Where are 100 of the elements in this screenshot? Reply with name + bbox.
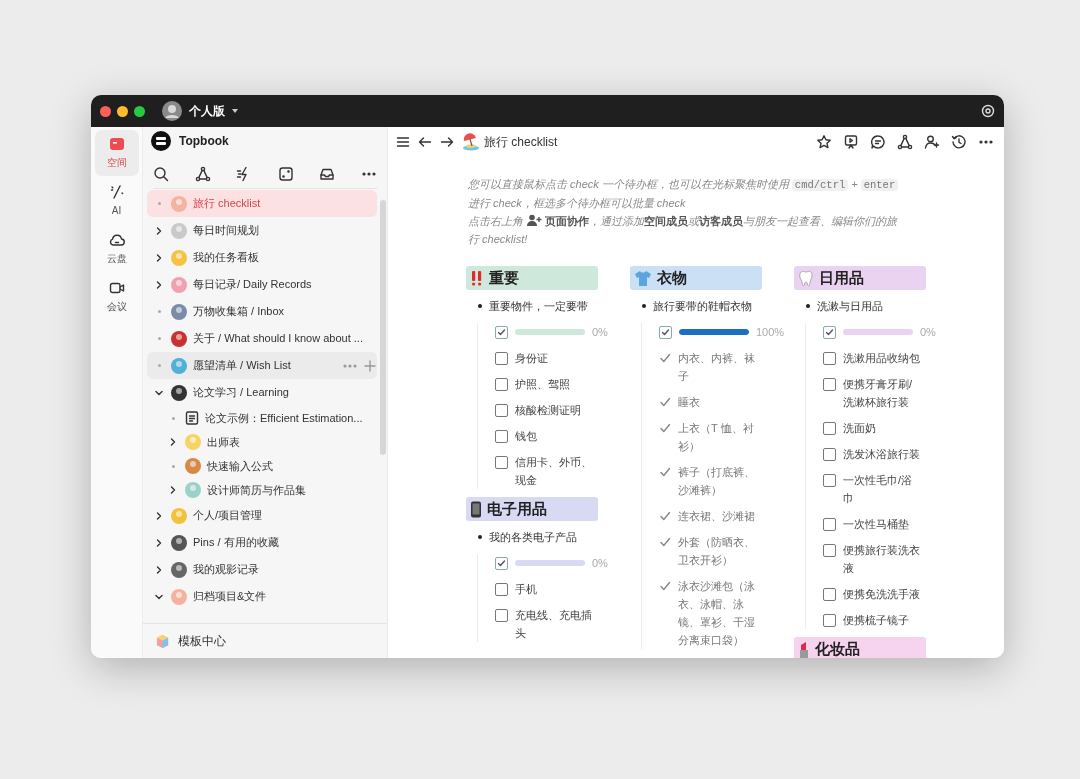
checkbox[interactable] [495,582,508,596]
check-icon[interactable] [659,536,671,548]
dice-icon[interactable] [277,165,294,182]
sidebar-item[interactable]: 我的观影记录 [147,556,377,583]
checklist-item: 便携免洗洗手液 [843,587,920,602]
checkbox[interactable] [495,429,508,443]
lipstick-icon [798,640,810,658]
avatar[interactable] [161,100,183,122]
chevron-right-icon[interactable] [154,564,164,575]
checkbox[interactable] [495,403,508,417]
checkbox[interactable] [823,421,836,435]
progress-bar [679,329,749,335]
emoji-icon [184,433,202,451]
chevron-right-icon[interactable] [154,510,164,521]
presentation-icon[interactable] [843,134,859,150]
rail-tab[interactable]: 云盘 [94,226,139,272]
section-heading: 衣物 [630,266,762,290]
checkbox[interactable] [823,613,836,627]
progress-checkbox[interactable] [495,325,508,339]
checkbox[interactable] [823,447,836,461]
video-camera-icon [108,280,125,296]
progress-checkbox[interactable] [495,556,508,570]
sidebar-item[interactable]: 论文示例：Efficient Estimation... [147,406,377,430]
search-icon[interactable] [153,165,169,182]
checkbox[interactable] [823,351,836,365]
chevron-right-icon[interactable] [154,252,164,263]
check-icon[interactable] [659,580,671,592]
bullet [642,304,646,308]
checkbox[interactable] [495,351,508,365]
checkbox[interactable] [823,377,836,391]
progress-reading: 0% [920,325,936,340]
workspace-title[interactable]: 个人版 [189,102,225,120]
back-arrow-icon[interactable] [418,135,432,149]
chevron-right-icon[interactable] [168,437,178,447]
minimize-button[interactable] [117,105,128,117]
checklist-item: 洗面奶 [843,421,876,436]
check-icon[interactable] [659,352,671,364]
sidebar-item[interactable]: 每日时间规划 [147,217,377,244]
sidebar-item[interactable]: 我的任务看板 [147,244,377,271]
checkbox[interactable] [823,543,836,557]
checklist-item: 充电线、充电插头 [515,608,593,641]
star-icon[interactable] [816,134,832,150]
sidebar-item[interactable]: 快速输入公式 [147,454,377,478]
cube-icon [155,633,170,649]
sidebar-item[interactable]: 关于 / What should I know about ... [147,325,377,352]
checklist-item: 钱包 [515,429,537,444]
rail-tab[interactable]: 空间 [94,130,139,176]
checkbox[interactable] [823,517,836,531]
check-icon[interactable] [659,466,671,478]
intro-text: + [851,178,858,190]
checkbox[interactable] [495,608,508,622]
checkbox[interactable] [495,455,508,469]
intro-text: 进行 check，框选多个待办框可以批量 check [468,197,686,209]
history-icon[interactable] [951,134,967,150]
chevron-right-icon[interactable] [168,485,178,495]
sidebar-item[interactable]: 万物收集箱 / Inbox [147,298,377,325]
checklist-item: 护照、驾照 [515,377,570,392]
sidebar-item[interactable]: 论文学习 / Learning [147,379,377,406]
sidebar-item[interactable]: 设计师简历与作品集 [147,478,377,502]
progress-reading: 100% [756,325,785,340]
checkbox[interactable] [823,473,836,487]
check-icon[interactable] [659,396,671,408]
workspace-logo[interactable] [151,131,171,151]
chevron-right-icon[interactable] [154,279,164,290]
check-icon[interactable] [659,510,671,522]
sidebar-item[interactable]: 每日记录/ Daily Records [147,271,377,298]
progress-checkbox[interactable] [823,325,836,339]
template-center-link[interactable]: 模板中心 [178,632,226,650]
checkbox[interactable] [495,377,508,391]
comment-icon[interactable] [870,134,886,150]
close-button[interactable] [100,105,111,117]
chevron-right-icon[interactable] [154,537,164,548]
checklist-item: 身份证 [515,351,548,366]
nodes-icon[interactable] [897,134,913,150]
caret-icon[interactable] [231,108,239,114]
forward-arrow-icon[interactable] [440,135,454,149]
zoom-button[interactable] [134,105,145,117]
add-user-icon[interactable] [924,134,940,150]
sidebar-item[interactable]: Pins / 有用的收藏 [147,529,377,556]
workspace-name: Topbook [179,133,229,150]
rail-tab[interactable]: 会议 [94,274,139,320]
sidebar-item[interactable]: 出师表 [147,430,377,454]
progress-checkbox[interactable] [659,325,672,339]
nodes-icon[interactable] [194,165,211,182]
menu-icon[interactable] [396,135,410,149]
sidebar-item[interactable]: 归档项目&文件 [147,583,377,610]
check-icon [497,558,506,568]
emoji-icon [170,533,188,552]
check-icon[interactable] [659,422,671,434]
intro-text: 行 checklist! [468,233,528,245]
checkbox[interactable] [823,587,836,601]
sidebar-item[interactable]: 个人/项目管理 [147,502,377,529]
bullet [478,304,482,308]
chevron-right-icon[interactable] [154,225,164,236]
checklist-item: 裤子（打底裤、沙滩裤） [678,465,756,498]
rail-tab[interactable]: AI [94,178,139,224]
sidebar-item[interactable]: 旅行 checklist [147,190,377,217]
checklist-item: 外套（防晒衣、卫衣开衫） [678,535,756,568]
scrollbar[interactable] [380,200,386,455]
intro-text: 页面协作，通过添加空间成员或访客成员与朋友一起查看、编辑你们的旅 [545,215,897,227]
